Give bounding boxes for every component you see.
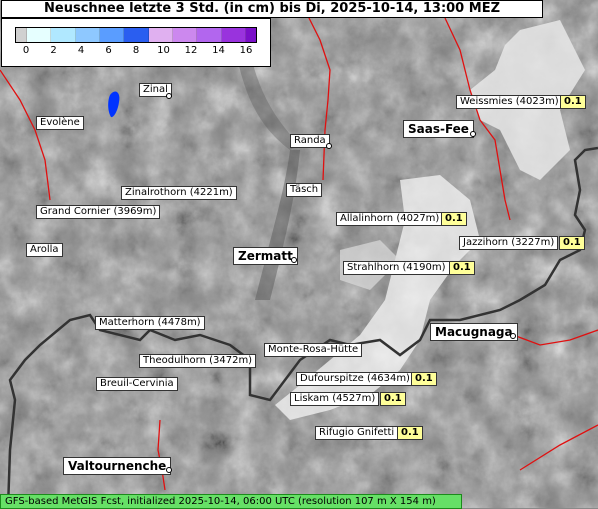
- place-label-theodulhorn: Theodulhorn (3472m): [139, 354, 257, 368]
- location-marker: [166, 93, 172, 99]
- place-label-zinalrothorn: Zinalrothorn (4221m): [121, 186, 237, 200]
- legend-swatch: [197, 28, 222, 42]
- place-label-arolla: Arolla: [26, 243, 63, 257]
- legend-swatch: [124, 28, 149, 42]
- place-label-grand-cornier: Grand Cornier (3969m): [36, 205, 161, 219]
- place-label-weissmies: Weissmies (4023m): [456, 95, 563, 109]
- place-label-rifugio-gnifetti: Rifugio Gnifetti: [315, 426, 399, 440]
- legend-tick-label: 8: [132, 45, 140, 56]
- place-label-dufourspitze: Dufourspitze (4634m): [296, 372, 414, 386]
- place-label-matterhorn: Matterhorn (4478m): [95, 316, 205, 330]
- snow-value-liskam: 0.1: [380, 392, 406, 406]
- legend-swatch: [221, 28, 246, 42]
- legend-swatch: [16, 28, 27, 42]
- legend-swatch: [75, 28, 100, 42]
- place-label-saas-fee: Saas-Fee: [403, 120, 474, 138]
- terrain-map: [0, 0, 598, 508]
- place-label-valtournenche: Valtournenche: [63, 457, 172, 475]
- place-label-randa: Randa: [290, 134, 330, 148]
- snow-value-rifugio-gnifetti: 0.1: [397, 426, 423, 440]
- legend-swatch: [245, 28, 256, 42]
- legend-tick-label: 0: [22, 45, 30, 56]
- snow-value-weissmies: 0.1: [560, 95, 586, 109]
- legend-color-scale: [15, 27, 257, 43]
- legend-tick-label: 2: [50, 45, 57, 56]
- location-marker: [291, 257, 297, 263]
- place-label-monte-rosa-huette: Monte-Rosa-Hütte: [264, 343, 363, 357]
- location-marker: [470, 131, 476, 137]
- legend-swatch: [51, 28, 76, 42]
- legend-tick-label: 12: [184, 45, 198, 56]
- legend-tick-label: 4: [77, 45, 85, 56]
- place-label-taesch: Täsch: [286, 183, 323, 197]
- place-label-breuil-cervinia: Breuil-Cervinia: [96, 377, 178, 391]
- legend-swatch: [99, 28, 125, 42]
- legend-swatch: [148, 28, 173, 42]
- map-title: Neuschnee letzte 3 Std. (in cm) bis Di, …: [1, 0, 543, 18]
- legend-swatch: [27, 28, 52, 42]
- location-marker: [166, 467, 172, 473]
- place-label-macugnaga: Macugnaga: [430, 323, 518, 341]
- place-label-strahlhorn: Strahlhorn (4190m): [343, 261, 450, 275]
- snow-value-strahlhorn: 0.1: [449, 261, 475, 275]
- legend-swatch: [172, 28, 198, 42]
- place-label-allalinhorn: Allalinhorn (4027m): [336, 212, 444, 226]
- legend-tick-label: 14: [212, 45, 225, 56]
- place-label-zermatt: Zermatt: [233, 247, 298, 265]
- legend-tick-label: 16: [239, 45, 253, 56]
- place-label-jazzihorn: Jazzihorn (3227m): [459, 236, 559, 250]
- place-label-liskam: Liskam (4527m): [290, 392, 380, 406]
- snow-value-dufourspitze: 0.1: [411, 372, 437, 386]
- legend-tick-label: 10: [157, 45, 170, 56]
- legend: 0 2 4 6 8 10 12 14 16: [1, 18, 271, 67]
- snow-value-allalinhorn: 0.1: [441, 212, 467, 226]
- place-label-evolene: Evolène: [36, 116, 84, 130]
- location-marker: [326, 143, 332, 149]
- forecast-footer: GFS-based MetGIS Fcst, initialized 2025-…: [0, 494, 462, 509]
- snow-value-jazzihorn: 0.1: [559, 236, 585, 250]
- legend-tick-label: 6: [105, 45, 112, 56]
- location-marker: [510, 333, 516, 339]
